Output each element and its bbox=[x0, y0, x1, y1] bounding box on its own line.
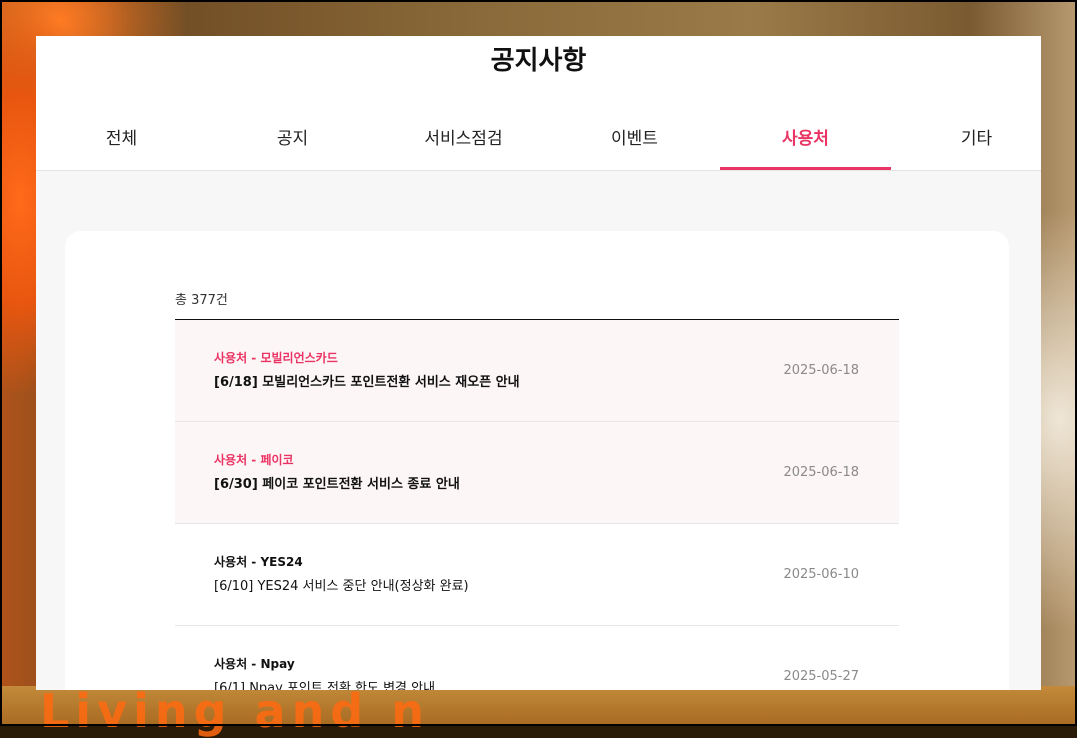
list-item-date: 2025-06-10 bbox=[783, 567, 859, 582]
notice-list: 사용처 - 모빌리언스카드 [6/18] 모빌리언스카드 포인트전환 서비스 재… bbox=[175, 319, 899, 690]
list-item-title[interactable]: [6/18] 모빌리언스카드 포인트전환 서비스 재오픈 안내 bbox=[214, 371, 520, 390]
total-count: 총 377건 bbox=[175, 293, 228, 308]
list-item[interactable]: 사용처 - 모빌리언스카드 [6/18] 모빌리언스카드 포인트전환 서비스 재… bbox=[175, 320, 899, 422]
list-item[interactable]: 사용처 - YES24 [6/10] YES24 서비스 중단 안내(정상화 완… bbox=[175, 524, 899, 626]
tab-merchants[interactable]: 사용처 bbox=[720, 116, 891, 170]
category-tabs: 전체 공지 서비스점검 이벤트 사용처 기타 bbox=[36, 116, 1041, 170]
tab-all[interactable]: 전체 bbox=[36, 116, 207, 170]
list-item-title[interactable]: [6/30] 페이코 포인트전환 서비스 종료 안내 bbox=[214, 473, 460, 492]
list-item-category: 사용처 - 페이코 bbox=[214, 453, 294, 467]
list-item-category: 사용처 - 모빌리언스카드 bbox=[214, 351, 338, 365]
background-overlay-text: Living and n bbox=[40, 684, 431, 738]
list-item[interactable]: 사용처 - 페이코 [6/30] 페이코 포인트전환 서비스 종료 안내 202… bbox=[175, 422, 899, 524]
page-title: 공지사항 bbox=[490, 46, 587, 76]
notice-header: 공지사항 전체 공지 서비스점검 이벤트 사용처 기타 bbox=[36, 36, 1041, 171]
list-item-date: 2025-06-18 bbox=[783, 363, 859, 378]
notice-list-card: 총 377건 사용처 - 모빌리언스카드 [6/18] 모빌리언스카드 포인트전… bbox=[65, 231, 1009, 690]
list-item-date: 2025-05-27 bbox=[783, 669, 859, 684]
tab-service-maintenance[interactable]: 서비스점검 bbox=[378, 116, 549, 170]
notice-panel: 공지사항 전체 공지 서비스점검 이벤트 사용처 기타 총 377건 사용처 -… bbox=[36, 36, 1041, 690]
tab-etc[interactable]: 기타 bbox=[891, 116, 1041, 170]
list-item-title[interactable]: [6/10] YES24 서비스 중단 안내(정상화 완료) bbox=[214, 575, 469, 594]
list-item[interactable]: 사용처 - Npay [6/1] Npay 포인트 전환 한도 변경 안내 20… bbox=[175, 626, 899, 690]
tab-event[interactable]: 이벤트 bbox=[549, 116, 720, 170]
list-item-date: 2025-06-18 bbox=[783, 465, 859, 480]
list-item-category: 사용처 - Npay bbox=[214, 657, 295, 671]
list-item-category: 사용처 - YES24 bbox=[214, 555, 303, 569]
list-item-title[interactable]: [6/1] Npay 포인트 전환 한도 변경 안내 bbox=[214, 677, 435, 690]
tab-notice[interactable]: 공지 bbox=[207, 116, 378, 170]
